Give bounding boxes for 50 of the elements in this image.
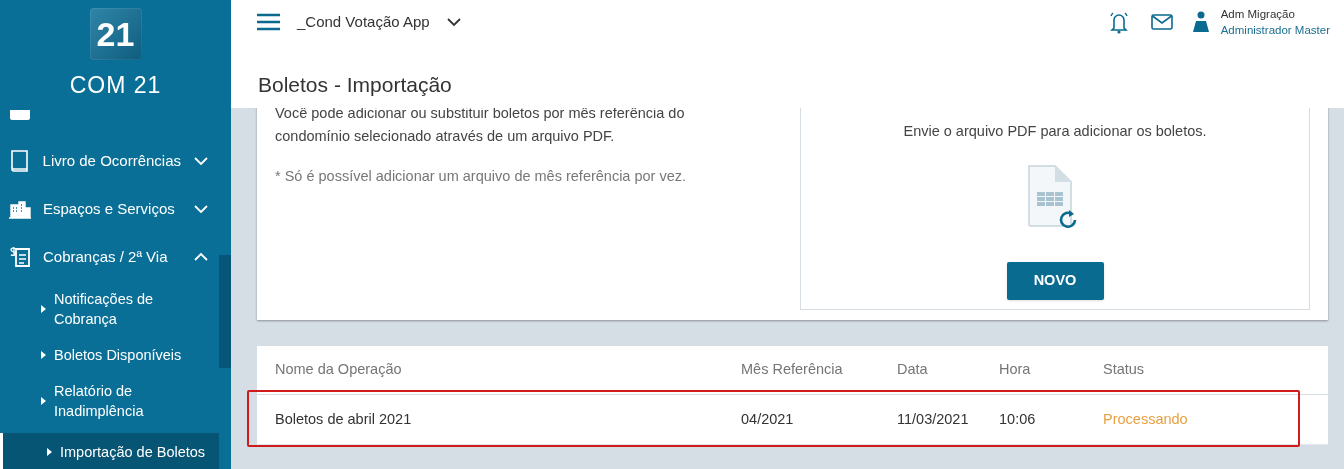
column-header: Hora <box>999 360 1032 380</box>
note-text: * Só é possível adicionar um arquivo de mês referência por vez. <box>275 167 688 186</box>
logo-wordmark: COM 21 <box>69 74 162 97</box>
user-role: Administrador Master <box>1220 23 1330 38</box>
column-header: Status <box>1103 360 1146 380</box>
scrollbar-thumb[interactable] <box>219 255 231 368</box>
app-selector[interactable]: _Cond Votação App <box>297 10 462 34</box>
status-text: Processando <box>1103 409 1189 429</box>
chevron-icon <box>445 17 462 27</box>
chevron-icon <box>193 156 209 166</box>
nav-label: Espaços e Serviços <box>43 198 176 219</box>
chevron-icon <box>193 252 209 262</box>
nav-item[interactable]: Cobranças / 2ª Via <box>0 233 219 281</box>
caret-icon <box>41 397 46 405</box>
nav-label: Boletos Disponíveis <box>54 346 182 365</box>
intro-text: Você pode adicionar ou substituir boletos por mês referência do condomínio selecionado através de um arquivo PDF. <box>275 108 686 146</box>
table-cell-text: 04/2021 <box>741 409 795 429</box>
nav-label: Livro de Ocorrências <box>42 150 181 171</box>
new-button[interactable]: NOVO <box>1006 262 1104 300</box>
column-header: Nome da Operação <box>275 360 403 380</box>
invoice-icon <box>8 245 32 269</box>
book-icon <box>9 149 30 173</box>
page-title: Boletos - Importação <box>258 72 452 98</box>
building-icon <box>8 199 32 219</box>
user-name: Adm Migração <box>1220 7 1296 22</box>
chevron-icon <box>193 204 209 214</box>
menu-icon[interactable] <box>257 13 280 31</box>
logo-badge: 21 <box>89 8 142 60</box>
caret-icon <box>41 351 46 359</box>
upload-text: Envie o arquivo PDF para adicionar os boletos. <box>903 122 1207 141</box>
caret-icon <box>41 305 46 313</box>
nav-label: Notificações de Cobrança <box>54 290 155 329</box>
column-header: Mês Referência <box>741 360 844 380</box>
table-cell-text: Boletos de abril 2021 <box>275 409 413 429</box>
table-cell-text: 11/03/2021 <box>897 409 970 429</box>
nav-label: Importação de Boletos <box>60 443 206 462</box>
nav-subitem[interactable]: Relatório de Inadimplência <box>0 373 219 429</box>
mail-icon[interactable] <box>1150 13 1173 31</box>
nav-subitem[interactable]: Notificações de Cobrança <box>0 281 219 337</box>
nav-label: Cobranças / 2ª Via <box>43 246 169 267</box>
nav-item[interactable]: Livro de Ocorrências <box>0 137 219 185</box>
nav-label: Relatório de Inadimplência <box>54 382 145 421</box>
column-header: Data <box>897 360 929 380</box>
user-icon[interactable] <box>1192 11 1209 33</box>
nav-subitem[interactable]: Boletos Disponíveis <box>0 337 219 373</box>
nav-item[interactable]: Espaços e Serviços <box>0 185 219 233</box>
caret-icon <box>47 448 52 456</box>
nav-subitem[interactable]: Importação de Boletos <box>0 433 219 469</box>
bell-icon[interactable] <box>1107 10 1130 34</box>
table-cell-text: 10:06 <box>999 409 1037 429</box>
